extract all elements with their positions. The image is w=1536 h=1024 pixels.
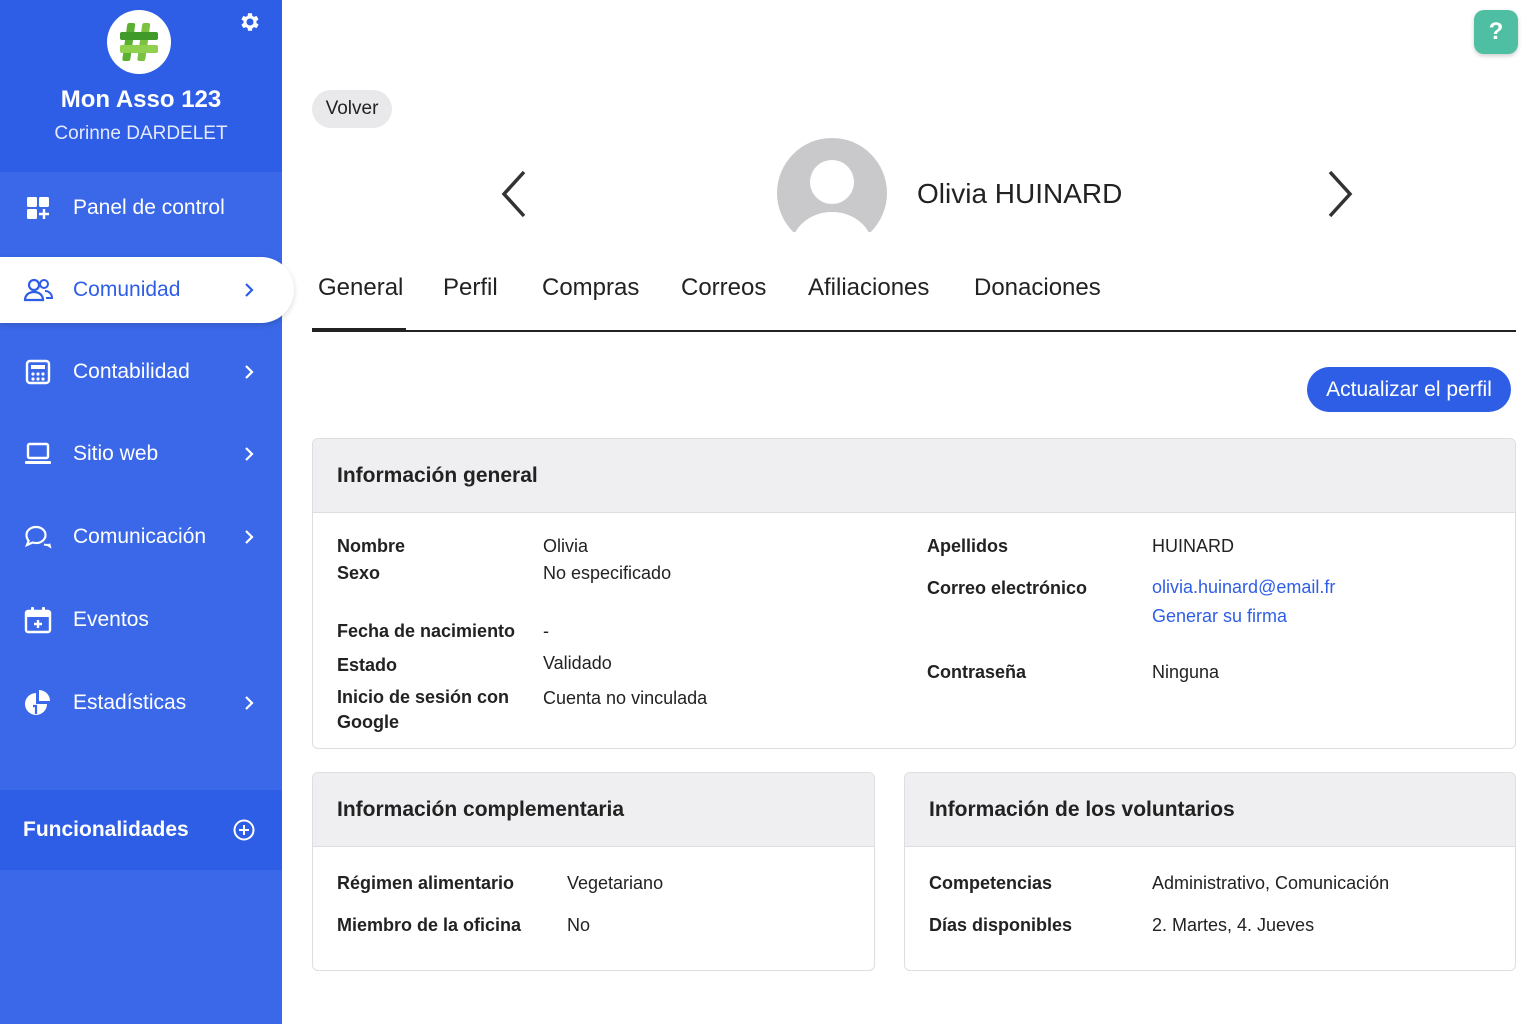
- tab-correos[interactable]: Correos: [681, 274, 766, 302]
- sidebar-item-label: Comunicación: [73, 525, 207, 548]
- sidebar-item-panel[interactable]: Panel de control: [0, 175, 282, 241]
- card-title: Información complementaria: [313, 773, 874, 847]
- sidebar-item-estadisticas[interactable]: Estadísticas: [0, 670, 282, 736]
- sidebar-item-label: Panel de control: [73, 196, 225, 219]
- complementary-info-card: Información complementaria Régimen alime…: [312, 772, 875, 971]
- chevron-right-icon[interactable]: [1320, 168, 1356, 220]
- field-value: No especificado: [543, 563, 672, 583]
- pie-chart-icon: [23, 688, 53, 718]
- user-avatar-icon: [777, 138, 887, 248]
- chevron-right-icon: [240, 528, 258, 546]
- field-label: Apellidos: [927, 536, 1009, 556]
- field-value: 2. Martes, 4. Jueves: [1152, 915, 1315, 935]
- tab-general[interactable]: General: [318, 274, 403, 302]
- field-value: Olivia: [543, 536, 589, 556]
- chevron-right-icon: [240, 694, 258, 712]
- sidebar-item-label: Contabilidad: [73, 360, 190, 383]
- field-label: Google: [337, 712, 399, 732]
- field-value: Administrativo, Comunicación: [1152, 873, 1390, 893]
- sidebar-item-sitio-web[interactable]: Sitio web: [0, 421, 282, 487]
- sidebar-item-comunidad[interactable]: Comunidad: [0, 257, 294, 323]
- field-label: Correo electrónico: [927, 578, 1088, 598]
- sidebar: Mon Asso 123 Corinne DARDELET Panel de c…: [0, 0, 294, 1024]
- sidebar-item-label: Eventos: [73, 608, 149, 631]
- field-value: Ninguna: [1152, 662, 1220, 682]
- org-name: Mon Asso 123: [60, 86, 222, 113]
- tab-afiliaciones[interactable]: Afiliaciones: [808, 274, 929, 302]
- field-value: Cuenta no vinculada: [543, 688, 708, 708]
- hashtag-logo-icon[interactable]: [107, 10, 171, 74]
- sidebar-item-eventos[interactable]: Eventos: [0, 587, 282, 653]
- plus-circle-icon: [232, 818, 256, 842]
- users-icon: [23, 275, 53, 305]
- chevron-right-icon: [240, 363, 258, 381]
- card-title: Información general: [313, 439, 1515, 513]
- field-label: Estado: [337, 655, 398, 675]
- field-label: Nombre: [337, 536, 406, 556]
- volunteer-info-card: Información de los voluntarios Competenc…: [904, 772, 1516, 971]
- user-name: Corinne DARDELET: [54, 123, 228, 144]
- profile-tabs: General Perfil Compras Correos Afiliacio…: [312, 260, 1516, 332]
- sidebar-item-contabilidad[interactable]: Contabilidad: [0, 339, 282, 405]
- gear-icon[interactable]: [236, 8, 264, 36]
- chevron-left-icon[interactable]: [498, 168, 534, 220]
- question-icon: ?: [1488, 18, 1504, 45]
- dashboard-icon: [23, 193, 53, 223]
- field-value: -: [543, 621, 549, 641]
- tab-compras[interactable]: Compras: [542, 274, 639, 302]
- sidebar-item-label: Estadísticas: [73, 691, 187, 714]
- help-button[interactable]: ?: [1474, 10, 1518, 54]
- field-label: Competencias: [929, 873, 1053, 893]
- field-value: Validado: [543, 653, 612, 673]
- sidebar-header: Mon Asso 123 Corinne DARDELET: [0, 0, 282, 172]
- calculator-icon: [23, 357, 53, 387]
- generate-signature-link[interactable]: Generar su firma: [1152, 604, 1287, 629]
- sidebar-item-comunicacion[interactable]: Comunicación: [0, 504, 282, 570]
- field-label: Fecha de nacimiento: [337, 621, 516, 641]
- sidebar-item-label: Sitio web: [73, 442, 159, 465]
- field-label: Miembro de la oficina: [337, 915, 522, 935]
- calendar-icon: [23, 605, 53, 635]
- features-button[interactable]: Funcionalidades: [0, 790, 282, 870]
- chat-icon: [23, 522, 53, 552]
- email-link[interactable]: olivia.huinard@email.fr: [1152, 575, 1335, 600]
- field-label: Régimen alimentario: [337, 873, 515, 893]
- card-title: Información de los voluntarios: [905, 773, 1515, 847]
- tab-donaciones[interactable]: Donaciones: [974, 274, 1101, 302]
- field-value: No: [567, 915, 591, 935]
- laptop-icon: [23, 439, 53, 469]
- person-name: Olivia HUINARD: [917, 178, 1123, 209]
- field-label: Sexo: [337, 563, 381, 583]
- field-label: Contraseña: [927, 662, 1027, 682]
- tab-perfil[interactable]: Perfil: [443, 274, 498, 302]
- chevron-right-icon: [240, 281, 258, 299]
- active-tab-indicator: [312, 328, 406, 331]
- update-profile-button[interactable]: Actualizar el perfil: [1307, 367, 1511, 412]
- sidebar-item-label: Comunidad: [73, 278, 181, 301]
- features-label: Funcionalidades: [23, 818, 189, 841]
- field-label: Inicio de sesión con: [337, 687, 510, 707]
- chevron-right-icon: [240, 445, 258, 463]
- field-value: Vegetariano: [567, 873, 664, 893]
- field-value: HUINARD: [1152, 536, 1235, 556]
- field-label: Días disponibles: [929, 915, 1073, 935]
- general-info-card: Información general Nombre Olivia Sexo N…: [312, 438, 1516, 749]
- back-button[interactable]: Volver: [312, 90, 392, 128]
